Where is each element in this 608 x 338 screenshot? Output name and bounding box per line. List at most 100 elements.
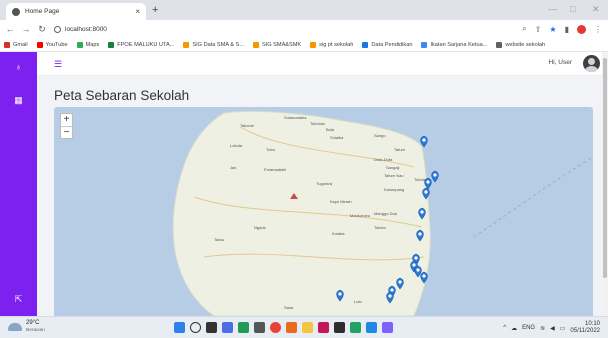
user-greeting[interactable]: Hi, User [549, 59, 572, 66]
search-icon[interactable] [190, 322, 201, 333]
map-place-label: Loloda [230, 143, 243, 148]
map-place-label: Tarau [214, 237, 224, 242]
hamburger-icon[interactable]: ☰ [54, 59, 62, 70]
map-place-label: Sango [374, 133, 386, 138]
sidepanel-icon[interactable]: ▮ [565, 25, 569, 34]
file-explorer-icon[interactable] [302, 322, 313, 333]
bookmark-item[interactable]: Gmail [4, 41, 28, 48]
page-scrollbar[interactable] [602, 52, 608, 316]
app-icon[interactable] [334, 322, 345, 333]
address-bar[interactable]: localhost:8000 [54, 25, 107, 33]
map-place-label: Kulaba [332, 231, 345, 236]
bookmark-item[interactable]: Data Pendidikan [362, 41, 412, 48]
school-marker-icon[interactable] [420, 135, 428, 148]
chrome-icon[interactable] [270, 322, 281, 333]
tab-favicon-icon [12, 7, 20, 16]
map-place-label: Marikurubu [350, 213, 370, 218]
map-place-label: Tugurara [316, 181, 333, 186]
weather-widget[interactable]: 29°C Berawan [8, 320, 45, 334]
windows-start-icon[interactable] [174, 322, 185, 333]
bookmark-item[interactable]: FPOE MALUKU UTA... [108, 41, 174, 48]
bookmark-icon [76, 41, 83, 48]
maximize-icon[interactable]: □ [570, 4, 575, 14]
weather-text: Berawan [26, 328, 45, 333]
zoom-control: + − [60, 113, 73, 139]
reload-icon[interactable]: ↻ [36, 24, 48, 35]
bookmark-icon [108, 41, 115, 48]
chat-icon[interactable] [222, 322, 233, 333]
sidebar-logout-icon[interactable]: ⇱ [0, 294, 37, 305]
browser-menu-icon[interactable]: ⋮ [594, 25, 602, 34]
close-window-icon[interactable]: ✕ [592, 4, 600, 14]
tab-close-icon[interactable]: × [135, 7, 140, 16]
app-header: ☰ Hi, User [37, 52, 608, 76]
mail-icon[interactable] [366, 322, 377, 333]
wifi-icon[interactable]: ≋ [540, 325, 545, 332]
bookmark-item[interactable]: SIG Data SMA & S... [183, 41, 244, 48]
map-place-label: Tobololo [310, 121, 326, 126]
map-place-label: Tafure Nau [384, 173, 404, 178]
bookmark-icon [421, 41, 428, 48]
bookmark-icon [362, 41, 369, 48]
bookmark-item[interactable]: Ikatan Sarjana Ketua... [421, 41, 487, 48]
site-info-icon[interactable] [54, 25, 61, 33]
bookmark-icon [183, 41, 190, 48]
bookmark-icon [36, 41, 43, 48]
volume-icon[interactable]: ◀ [550, 325, 555, 332]
user-avatar[interactable] [583, 55, 600, 72]
bookmark-icon [496, 41, 503, 48]
battery-icon[interactable]: ▭ [560, 325, 566, 332]
bookmark-item[interactable]: YouTube [36, 41, 68, 48]
language-indicator[interactable]: ENG [522, 325, 535, 331]
map-place-label: Dufa-Dufa [374, 157, 393, 162]
map-place-label: Sasa [284, 305, 294, 310]
clock[interactable]: 10:10 05/11/2022 [570, 321, 600, 335]
sidebar: ♁ ▦ ⇱ [0, 52, 37, 316]
bookmark-item[interactable]: Maps [76, 41, 99, 48]
map-place-label: Tafure [394, 147, 406, 152]
url-text: localhost:8000 [65, 25, 107, 33]
chevron-up-icon[interactable]: ^ [503, 325, 506, 331]
map-place-label: Ngade [254, 225, 267, 230]
map-canvas[interactable]: Sulamadaha Takome TobololoBula Sulaiba Sango… [54, 107, 593, 316]
cloud-icon [8, 323, 22, 331]
map-place-label: Kalumpang [384, 187, 404, 192]
bookmark-item[interactable]: sig pt sekolah [310, 41, 353, 48]
zoom-icon[interactable]: ⌕ [522, 24, 526, 34]
cloud-sync-icon[interactable]: ☁ [511, 325, 517, 332]
excel-icon[interactable] [350, 322, 361, 333]
minimize-icon[interactable]: — [548, 4, 557, 14]
zoom-in-button[interactable]: + [61, 114, 72, 126]
bookmark-icon [4, 41, 10, 48]
map-place-label: Takome [240, 123, 255, 128]
map-place-label: Tubo [266, 147, 276, 152]
browser-tab[interactable]: Home Page × [6, 3, 146, 20]
profile-avatar[interactable] [577, 24, 586, 34]
page-title: Peta Sebaran Sekolah [54, 88, 190, 103]
brand-logo-icon[interactable]: ♁ [0, 62, 37, 72]
share-icon[interactable]: ⇪ [535, 25, 542, 34]
scrollbar-thumb[interactable] [603, 58, 607, 278]
app-icon[interactable] [382, 322, 393, 333]
app-icon[interactable] [286, 322, 297, 333]
app-icon[interactable] [318, 322, 329, 333]
bookmark-icon [310, 41, 317, 48]
sidebar-map-icon[interactable]: ▦ [0, 95, 37, 106]
task-view-icon[interactable] [206, 322, 217, 333]
sea-route-line [473, 156, 593, 238]
school-map[interactable]: Sulamadaha Takome Tobololo Bula Sulaiba Sango… [54, 107, 593, 316]
bookmark-star-icon[interactable]: ★ [549, 25, 556, 34]
bookmark-item[interactable]: website sekolah [496, 41, 545, 48]
tab-title: Home Page [25, 8, 60, 15]
back-icon[interactable]: ← [4, 24, 16, 34]
terminal-icon[interactable] [254, 322, 265, 333]
map-place-label: Sulaiba [330, 135, 344, 140]
new-tab-button[interactable]: + [152, 4, 158, 16]
school-marker-icon[interactable] [431, 170, 439, 183]
zoom-out-button[interactable]: − [61, 126, 72, 138]
bookmark-item[interactable]: SIG SMA&SMK [252, 41, 301, 48]
browser-toolbar: ← → ↻ localhost:8000 ⌕ ⇪ ★ ▮ ⋮ [0, 20, 608, 38]
forward-icon[interactable]: → [20, 24, 32, 34]
store-icon[interactable] [238, 322, 249, 333]
map-place-label: Bula [326, 127, 335, 132]
